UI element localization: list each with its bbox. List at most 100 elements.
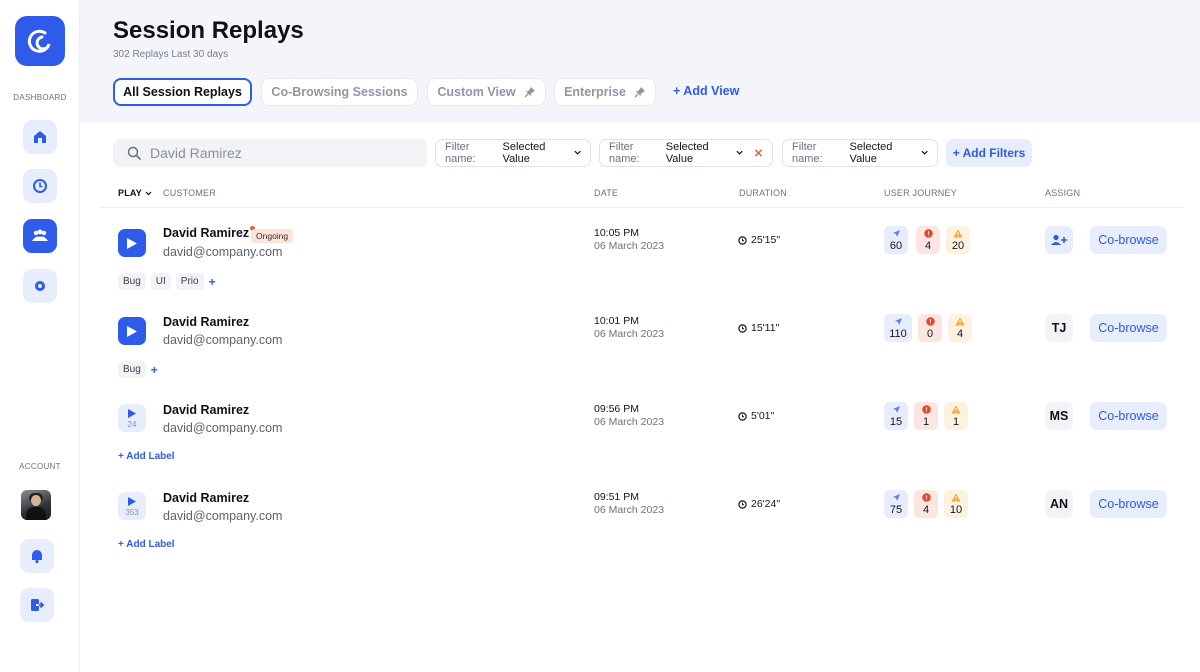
error-icon xyxy=(923,228,933,238)
warning-count[interactable]: 20 xyxy=(946,226,970,254)
co-browse-button[interactable]: Co-browse xyxy=(1090,226,1167,254)
assignee-initials[interactable]: AN xyxy=(1045,490,1073,518)
customer-email: david@company.com xyxy=(163,509,283,523)
column-header-customer[interactable]: CUSTOMER xyxy=(163,188,216,198)
column-header-assign[interactable]: ASSIGN xyxy=(1045,188,1080,198)
table-row: David Ramirez Ongoing david@company.com … xyxy=(0,216,1200,304)
filter-dropdown-2[interactable]: Filter name: Selected Value xyxy=(599,139,773,167)
column-header-user-journey[interactable]: USER JOURNEY xyxy=(884,188,957,198)
page-subtitle: 302 Replays Last 30 days xyxy=(113,49,229,60)
table-row: 353 David Ramirez david@company.com + Ad… xyxy=(0,480,1200,568)
tag-bug[interactable]: Bug xyxy=(118,361,146,378)
filter-name: Filter name: xyxy=(792,141,823,165)
play-icon xyxy=(127,237,137,249)
add-filters-button[interactable]: + Add Filters xyxy=(946,139,1032,167)
chevron-down-icon xyxy=(921,150,928,155)
duration-value: 15'11" xyxy=(751,322,780,334)
play-button[interactable]: 24 xyxy=(118,404,146,432)
navigation-value: 60 xyxy=(889,239,903,252)
session-date: 06 March 2023 xyxy=(594,416,665,428)
column-header-duration[interactable]: DURATION xyxy=(739,188,787,198)
clock-icon xyxy=(738,235,747,245)
close-icon[interactable] xyxy=(754,148,763,158)
tab-enterprise[interactable]: Enterprise xyxy=(554,78,656,106)
error-icon xyxy=(925,316,935,326)
page-title: Session Replays xyxy=(113,17,304,44)
customer-name: David Ramirez xyxy=(163,226,256,240)
play-button[interactable] xyxy=(118,317,146,345)
tab-co-browsing-sessions[interactable]: Co-Browsing Sessions xyxy=(261,78,418,106)
add-label-button[interactable]: + Add Label xyxy=(118,451,175,462)
navigation-count[interactable]: 75 xyxy=(884,490,908,518)
play-count: 353 xyxy=(125,507,139,517)
home-nav-button[interactable] xyxy=(23,120,57,154)
warning-icon xyxy=(953,229,963,237)
session-duration: 25'15" xyxy=(738,234,780,246)
warning-value: 4 xyxy=(956,327,964,340)
tag-ui[interactable]: UI xyxy=(150,273,171,290)
logout-button[interactable] xyxy=(20,588,54,622)
session-time: 09:56 PM xyxy=(594,403,639,415)
search-bar[interactable] xyxy=(113,139,427,167)
navigation-count[interactable]: 110 xyxy=(884,314,912,342)
add-label-button[interactable]: + Add Label xyxy=(118,539,175,550)
tab-custom-view[interactable]: Custom View xyxy=(427,78,546,106)
warning-count[interactable]: 4 xyxy=(948,314,972,342)
add-view-button[interactable]: + Add View xyxy=(673,84,739,98)
history-nav-button[interactable] xyxy=(23,169,57,203)
navigation-value: 75 xyxy=(889,503,903,516)
session-duration: 26'24" xyxy=(738,498,780,510)
tab-label: Custom View xyxy=(437,85,516,99)
customer-email: david@company.com xyxy=(163,245,283,259)
pin-icon[interactable] xyxy=(524,86,536,98)
warning-value: 1 xyxy=(952,415,960,428)
error-value: 1 xyxy=(922,415,930,428)
dashboard-section-label: DASHBOARD xyxy=(13,93,67,102)
status-badge: Ongoing xyxy=(251,229,294,243)
error-count[interactable]: 0 xyxy=(918,314,942,342)
assignee-initials[interactable]: MS xyxy=(1045,402,1073,430)
session-date: 06 March 2023 xyxy=(594,240,665,252)
tab-all-session-replays[interactable]: All Session Replays xyxy=(113,78,252,106)
error-icon xyxy=(921,404,931,414)
assign-user-button[interactable] xyxy=(1045,226,1073,254)
error-value: 4 xyxy=(922,503,930,516)
play-icon xyxy=(128,408,136,418)
customer-email: david@company.com xyxy=(163,333,283,347)
error-count[interactable]: 4 xyxy=(914,490,938,518)
tag-prio[interactable]: Prio xyxy=(175,273,204,290)
assignee-initials[interactable]: TJ xyxy=(1045,314,1073,342)
play-button[interactable] xyxy=(118,229,146,257)
table-row: 24 David Ramirez david@company.com + Add… xyxy=(0,392,1200,480)
page-header: Session Replays 302 Replays Last 30 days… xyxy=(80,0,1200,123)
warning-count[interactable]: 1 xyxy=(944,402,968,430)
column-header-date[interactable]: DATE xyxy=(594,188,618,198)
co-browse-button[interactable]: Co-browse xyxy=(1090,490,1167,518)
column-header-play[interactable]: PLAY xyxy=(118,188,152,198)
tab-label: Co-Browsing Sessions xyxy=(271,85,408,99)
navigation-count[interactable]: 15 xyxy=(884,402,908,430)
add-tag-button[interactable]: + xyxy=(209,275,216,289)
app-logo-icon[interactable] xyxy=(15,16,65,66)
customer-name: David Ramirez xyxy=(163,491,250,505)
pin-icon[interactable] xyxy=(634,86,646,98)
customer-email: david@company.com xyxy=(163,421,283,435)
filter-dropdown-3[interactable]: Filter name: Selected Value xyxy=(782,139,938,167)
play-button[interactable]: 353 xyxy=(118,492,146,520)
duration-value: 25'15" xyxy=(751,234,781,246)
co-browse-button[interactable]: Co-browse xyxy=(1090,314,1167,342)
error-count[interactable]: 1 xyxy=(914,402,938,430)
navigation-count[interactable]: 60 xyxy=(884,226,908,254)
add-user-icon xyxy=(1051,234,1067,245)
navigation-value: 15 xyxy=(889,415,903,428)
tag-bug[interactable]: Bug xyxy=(118,273,146,290)
add-tag-button[interactable]: + xyxy=(151,363,158,377)
co-browse-button[interactable]: Co-browse xyxy=(1090,402,1167,430)
warning-icon xyxy=(951,493,961,501)
filter-value: Selected Value xyxy=(665,141,709,165)
filter-name: Filter name: xyxy=(445,141,476,165)
search-input[interactable] xyxy=(150,145,410,161)
error-count[interactable]: 4 xyxy=(916,226,940,254)
filter-dropdown-1[interactable]: Filter name: Selected Value xyxy=(435,139,591,167)
warning-count[interactable]: 10 xyxy=(944,490,968,518)
